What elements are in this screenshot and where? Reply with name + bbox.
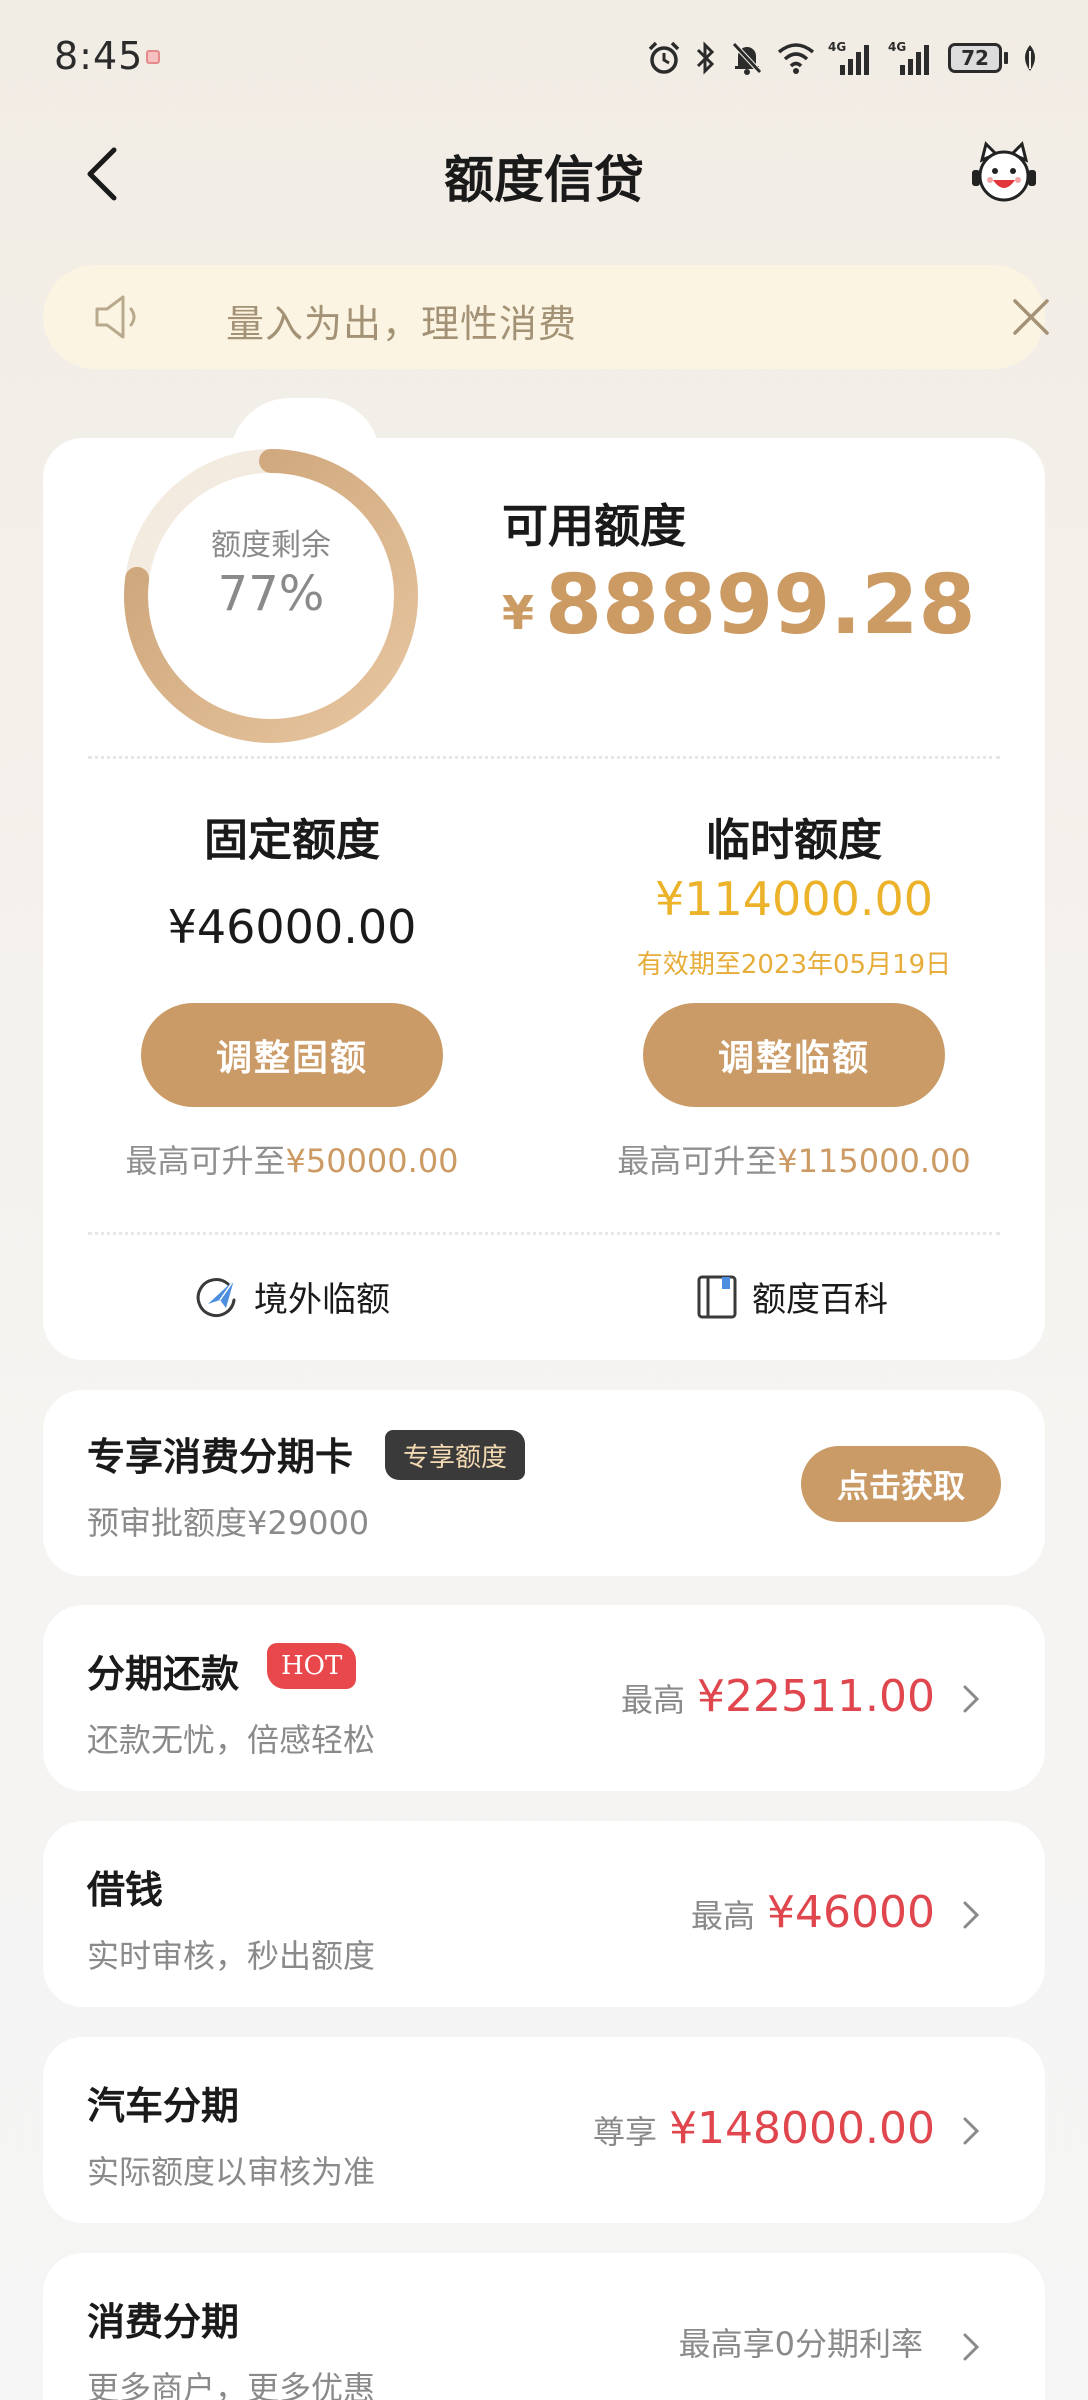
chevron-right-icon xyxy=(963,1685,980,1713)
divider xyxy=(88,756,1000,759)
overseas-quota-link[interactable]: 境外临额 xyxy=(194,1272,390,1321)
item-subtitle: 实时审核，秒出额度 xyxy=(87,1937,376,1975)
notification-icon xyxy=(146,50,160,64)
item-subtitle: 实际额度以审核为准 xyxy=(87,2153,376,2191)
quota-wiki-link[interactable]: 额度百科 xyxy=(696,1272,888,1321)
speaker-icon xyxy=(95,295,136,339)
mute-icon xyxy=(732,42,762,75)
item-value: 尊享 ¥148000.00 xyxy=(593,2103,935,2154)
available-label: 可用额度 xyxy=(502,499,686,553)
ring-percent: 77% xyxy=(217,566,325,622)
notice-text: 量入为出，理性消费 xyxy=(226,302,578,346)
book-icon xyxy=(697,1275,737,1318)
exclusive-installment-card[interactable]: 专享消费分期卡 专享额度 预审批额度¥29000 点击获取 xyxy=(43,1390,1045,1576)
fixed-quota-title: 固定额度 xyxy=(204,815,380,866)
item-value: 最高 ¥22511.00 xyxy=(621,1671,935,1722)
item-title: 分期还款 xyxy=(87,1652,240,1696)
item-prefix: 最高 xyxy=(621,1681,686,1719)
car-installment-item[interactable]: 汽车分期 实际额度以审核为准 尊享 ¥148000.00 xyxy=(43,2037,1045,2223)
bluetooth-icon xyxy=(696,41,715,75)
wifi-icon xyxy=(777,43,815,74)
get-button[interactable]: 点击获取 xyxy=(801,1446,1001,1522)
item-prefix: 最高享0分期利率 xyxy=(678,2325,923,2363)
notice-bar: 量入为出，理性消费 xyxy=(43,265,1049,369)
installment-repayment-item[interactable]: 分期还款 HOT 还款无忧，倍感轻松 最高 ¥22511.00 xyxy=(43,1605,1045,1791)
hot-badge: HOT xyxy=(267,1643,357,1689)
item-subtitle: 更多商户，更多优惠 xyxy=(87,2369,376,2400)
item-amount: ¥46000 xyxy=(767,1887,935,1938)
quota-wiki-label: 额度百科 xyxy=(752,1280,888,1320)
temp-quota-validity: 有效期至2023年05月19日 xyxy=(636,950,952,980)
signal-icon: 4G xyxy=(828,40,869,75)
item-title: 借钱 xyxy=(87,1868,164,1912)
fixed-max-text: 最高可升至¥50000.00 xyxy=(62,1136,522,1182)
exclusive-badge: 专享额度 xyxy=(385,1430,526,1480)
item-value: 最高 ¥46000 xyxy=(691,1887,935,1938)
item-prefix: 尊享 xyxy=(593,2113,658,2151)
battery-icon: 72 xyxy=(948,43,1008,73)
chevron-right-icon xyxy=(963,2117,980,2145)
nav-bar: 额度信贷 xyxy=(0,116,1088,228)
consumer-installment-item[interactable]: 消费分期 更多商户，更多优惠 最高享0分期利率 xyxy=(43,2253,1045,2400)
fixed-max-value: ¥50000.00 xyxy=(285,1142,459,1180)
signal-icon: 4G xyxy=(888,40,929,75)
available-amount: 88899.28 xyxy=(545,558,976,653)
temp-quota-title: 临时额度 xyxy=(706,815,882,866)
item-amount: ¥22511.00 xyxy=(697,1671,935,1722)
overseas-quota-label: 境外临额 xyxy=(254,1280,390,1320)
fixed-max-prefix: 最高可升至 xyxy=(125,1142,286,1180)
item-amount: ¥148000.00 xyxy=(669,2103,935,2154)
item-title: 消费分期 xyxy=(87,2300,240,2344)
adjust-fixed-button[interactable]: 调整固额 xyxy=(141,1003,443,1107)
borrow-item[interactable]: 借钱 实时审核，秒出额度 最高 ¥46000 xyxy=(43,1821,1045,2007)
overseas-plane-icon xyxy=(196,1277,236,1317)
status-icons: 4G 4G 72 xyxy=(646,38,1040,78)
available-currency: ¥ xyxy=(502,586,535,640)
alarm-icon xyxy=(648,41,680,74)
page-title: 额度信贷 xyxy=(444,151,644,209)
item-title: 汽车分期 xyxy=(87,2084,240,2128)
temp-max-value: ¥115000.00 xyxy=(777,1142,971,1180)
temp-quota-amount: ¥114000.00 xyxy=(654,872,934,926)
svg-text:4G: 4G xyxy=(888,40,906,54)
svg-text:4G: 4G xyxy=(828,40,846,54)
fixed-quota-amount: ¥46000.00 xyxy=(167,900,417,954)
item-value: 最高享0分期利率 xyxy=(679,2319,935,2365)
exclusive-title: 专享消费分期卡 xyxy=(87,1435,354,1479)
exclusive-subtitle: 预审批额度¥29000 xyxy=(87,1504,370,1542)
divider xyxy=(88,1232,1000,1235)
item-prefix: 最高 xyxy=(691,1897,756,1935)
close-icon[interactable] xyxy=(1009,295,1053,339)
battery-level: 72 xyxy=(948,43,1002,73)
status-time: 8:45 xyxy=(54,34,144,78)
temp-max-text: 最高可升至¥115000.00 xyxy=(564,1136,1024,1182)
mascot-service-icon[interactable] xyxy=(968,138,1040,210)
temp-max-prefix: 最高可升至 xyxy=(617,1142,778,1180)
leaf-icon xyxy=(1025,45,1035,71)
item-subtitle: 还款无忧，倍感轻松 xyxy=(87,1721,376,1759)
chevron-right-icon xyxy=(963,2333,980,2361)
adjust-temp-button[interactable]: 调整临额 xyxy=(643,1003,945,1107)
status-bar: 8:45 4G 4G 72 xyxy=(0,0,1088,116)
ring-label: 额度剩余 xyxy=(211,528,331,563)
chevron-right-icon xyxy=(963,1901,980,1929)
